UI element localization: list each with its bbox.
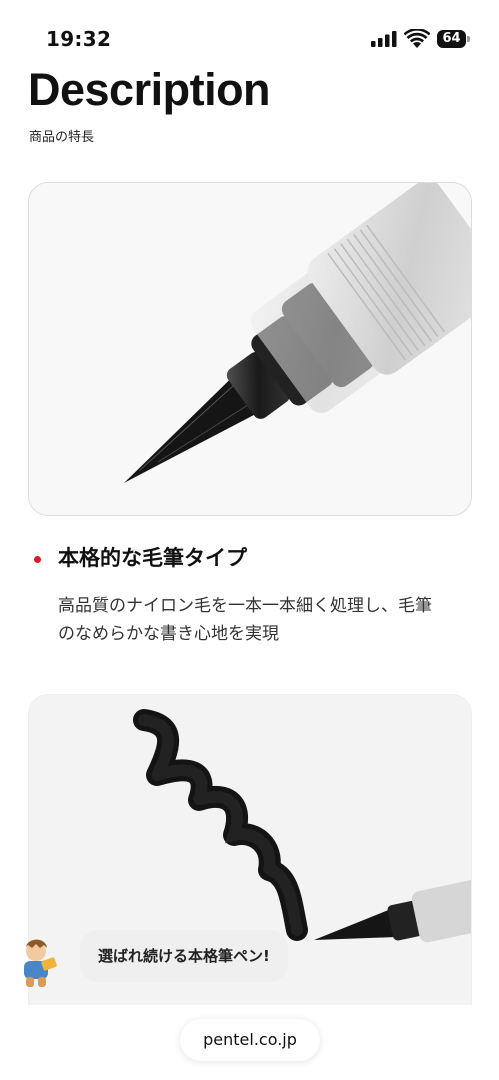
status-time: 19:32	[46, 27, 112, 51]
feature-title: 本格的な毛筆タイプ	[58, 546, 247, 570]
page-subtitle: 商品の特長	[29, 130, 95, 145]
wifi-icon	[404, 29, 430, 48]
brush-pen-tip-image	[29, 183, 471, 515]
status-bar: 19:32 64	[0, 0, 499, 60]
mascot-avatar	[24, 939, 57, 987]
battery-icon: 64	[437, 30, 471, 48]
battery-level: 64	[437, 30, 466, 48]
battery-tip	[467, 36, 470, 42]
chat-bubble[interactable]: 選ばれ続ける本格筆ペン!	[80, 930, 288, 982]
product-image-card	[28, 182, 472, 516]
signal-icon	[371, 31, 397, 47]
feature-description: 高品質のナイロン毛を一本一本細く処理し、毛筆のなめらかな書き心地を実現	[58, 596, 432, 644]
bullet-dot	[34, 556, 41, 563]
page-title: Description	[28, 64, 271, 115]
browser-url-pill[interactable]: pentel.co.jp	[180, 1019, 320, 1061]
